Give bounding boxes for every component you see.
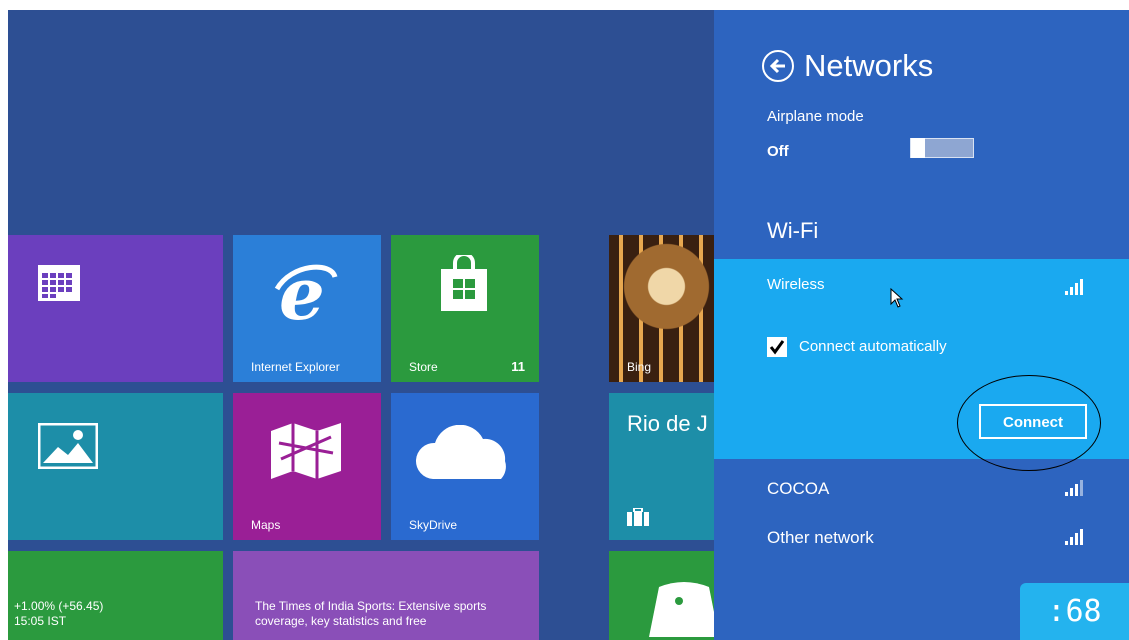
photos-icon xyxy=(38,423,98,469)
internet-explorer-icon: e xyxy=(274,259,338,329)
tile-label: Bing xyxy=(627,360,652,374)
networks-charm-panel: Networks Airplane mode Off Wi-Fi Wireles… xyxy=(714,10,1129,640)
airplane-mode-toggle[interactable] xyxy=(910,138,974,158)
finance-change: +1.00% (+56.45) xyxy=(14,599,104,613)
calendar-tile[interactable] xyxy=(8,235,223,382)
airplane-mode-state: Off xyxy=(767,143,789,160)
maps-icon xyxy=(271,423,341,479)
connect-automatically-label: Connect automatically xyxy=(799,338,947,355)
connect-button[interactable]: Connect xyxy=(979,404,1087,439)
news-headline: The Times of India Sports: Extensive spo… xyxy=(255,599,487,628)
network-name: Wireless xyxy=(767,276,825,293)
signal-strength-icon xyxy=(1065,480,1085,496)
store-bag-icon xyxy=(441,255,487,311)
network-item-wireless[interactable]: Wireless Connect automatically Connect xyxy=(714,259,1129,471)
panel-title: Networks xyxy=(804,48,934,83)
briefcase-icon xyxy=(627,508,649,526)
mouse-cursor-icon xyxy=(890,288,904,308)
photos-tile[interactable] xyxy=(8,393,223,540)
tile-label: Store xyxy=(409,360,438,374)
internet-explorer-tile[interactable]: e Internet Explorer xyxy=(233,235,381,382)
maps-tile[interactable]: Maps xyxy=(233,393,381,540)
network-item-other[interactable]: Other network xyxy=(767,528,874,548)
finance-time: 15:05 IST xyxy=(14,614,67,628)
connect-automatically-checkbox[interactable] xyxy=(767,337,787,357)
tile-label: SkyDrive xyxy=(409,518,458,532)
toggle-thumb[interactable] xyxy=(911,138,925,158)
network-item-cocoa[interactable]: COCOA xyxy=(767,479,829,499)
wifi-heading: Wi-Fi xyxy=(767,218,819,243)
xbox-tile[interactable] xyxy=(609,551,724,640)
skydrive-tile[interactable]: SkyDrive xyxy=(391,393,539,540)
calendar-icon xyxy=(38,265,80,301)
finance-tile[interactable]: +1.00% (+56.45) 15:05 IST xyxy=(8,551,223,640)
weather-location: Rio de J xyxy=(627,411,708,436)
bing-tile[interactable]: Bing xyxy=(609,235,724,382)
tile-label: Internet Explorer xyxy=(251,360,340,374)
news-tile[interactable]: The Times of India Sports: Extensive spo… xyxy=(233,551,539,640)
signal-strength-icon xyxy=(1065,279,1085,295)
store-update-badge: 11 xyxy=(511,359,525,374)
store-tile[interactable]: Store 11 xyxy=(391,235,539,382)
clock-overlay: :68 xyxy=(1020,583,1129,640)
weather-tile[interactable]: Rio de J xyxy=(609,393,724,540)
game-controller-icon xyxy=(649,582,719,637)
tile-label: Maps xyxy=(251,518,281,532)
back-arrow-icon xyxy=(769,58,785,74)
back-button[interactable] xyxy=(762,50,794,82)
panel-header: Networks xyxy=(762,48,933,84)
airplane-mode-label: Airplane mode xyxy=(767,108,864,125)
checkmark-icon xyxy=(769,340,785,355)
cloud-icon xyxy=(415,425,506,479)
signal-strength-icon xyxy=(1065,529,1085,545)
